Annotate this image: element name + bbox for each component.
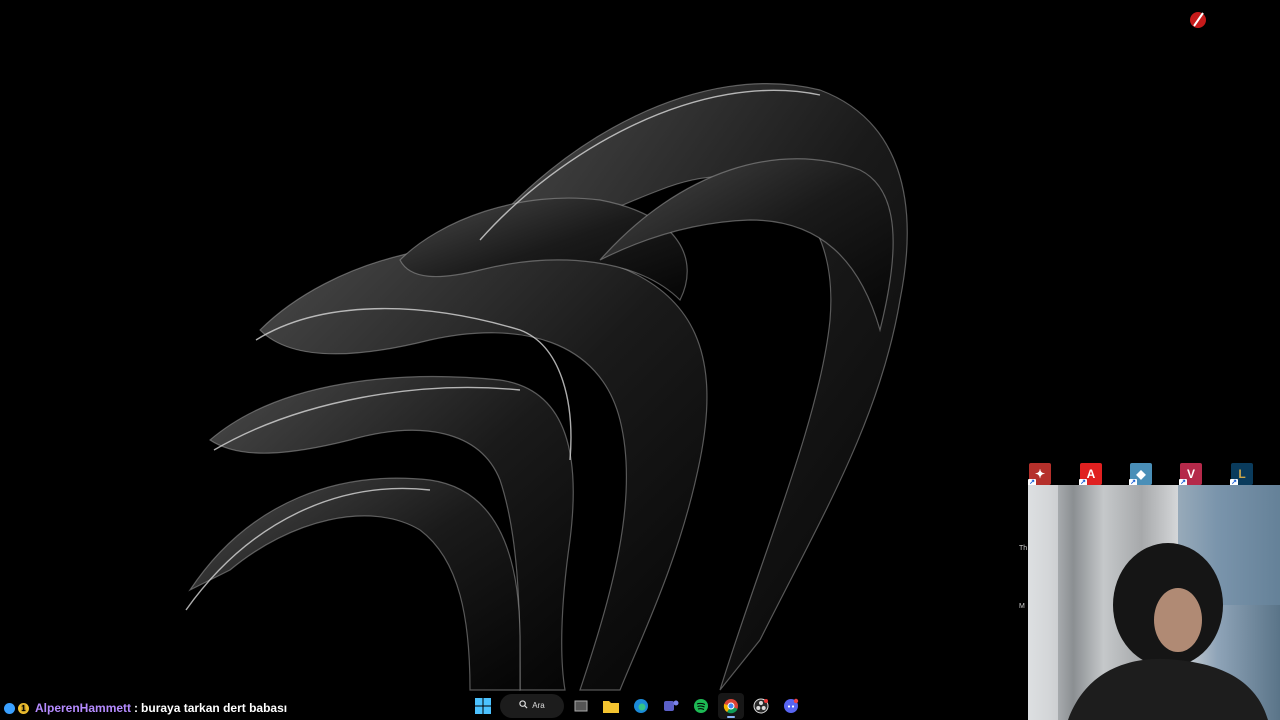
chat-username: AlperenHammett — [35, 701, 132, 715]
cut-off-label-2: M — [1019, 603, 1025, 610]
edge-browser-icon[interactable] — [628, 693, 654, 719]
gold-badge-icon: 1 — [18, 702, 29, 714]
chrome-icon[interactable] — [718, 692, 744, 719]
valorant-shortcut-icon[interactable]: V ↗ — [1179, 463, 1202, 487]
teams-icon[interactable] — [658, 693, 684, 719]
red-streamer-logo-icon — [1190, 12, 1206, 28]
search-icon — [519, 700, 528, 711]
task-view-icon[interactable] — [568, 693, 594, 719]
discord-icon[interactable] — [778, 693, 804, 719]
stream-chat-message: 1 AlperenHammett : buraya tarkan dert ba… — [0, 697, 287, 719]
league-of-legends-shortcut-icon[interactable]: L ↗ — [1230, 463, 1253, 487]
red-app-shortcut-icon[interactable]: ✦ ↗ — [1028, 463, 1051, 487]
webcam-overlay — [1028, 485, 1280, 720]
taskbar-search[interactable]: Ara — [500, 693, 564, 718]
file-explorer-icon[interactable] — [598, 693, 624, 719]
adobe-reader-shortcut-icon[interactable]: A ↗ — [1079, 463, 1102, 487]
game-launcher-shortcut-icon[interactable]: ◆ ↗ — [1129, 463, 1152, 487]
obs-icon[interactable] — [748, 693, 774, 719]
cut-off-label-1: Th — [1019, 545, 1028, 552]
taskbar: Ara — [470, 691, 815, 720]
verified-badge-icon — [4, 702, 15, 714]
chat-separator: : — [134, 701, 139, 715]
chat-message-text: buraya tarkan dert babası — [141, 701, 288, 715]
spotify-icon[interactable] — [688, 693, 714, 719]
search-label: Ara — [532, 701, 545, 710]
webcam-person-silhouette — [1028, 485, 1280, 720]
windows-start-icon[interactable] — [470, 693, 496, 719]
